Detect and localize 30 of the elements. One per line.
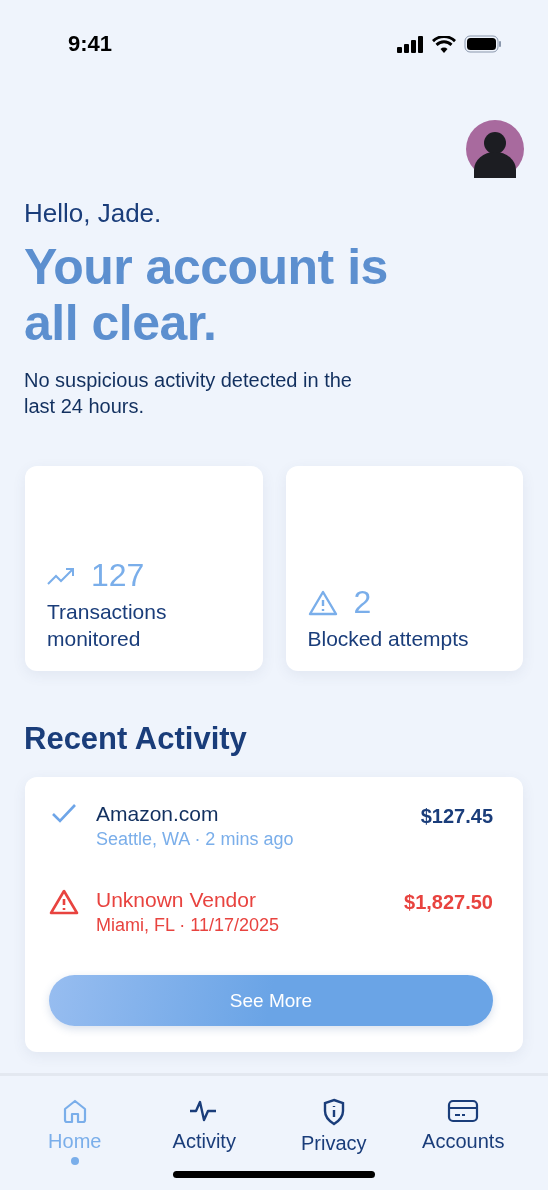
tab[interactable]: Accounts xyxy=(408,1098,519,1165)
active-dot xyxy=(70,1157,79,1165)
stat-label: Transactions monitored xyxy=(47,599,168,652)
signal-icon xyxy=(397,35,424,53)
greeting: Hello, Jade. xyxy=(24,198,163,229)
tab[interactable]: Privacy xyxy=(278,1098,389,1165)
trend-up-icon xyxy=(47,566,75,585)
status-time: 9:41 xyxy=(68,31,113,57)
shield-icon xyxy=(321,1098,346,1126)
check-icon xyxy=(49,803,79,823)
stat-label: Blocked attempts xyxy=(307,626,470,652)
transaction-amount: $127.45 xyxy=(420,805,493,828)
wifi-icon xyxy=(432,35,456,53)
merchant-name: Unknown Vendor xyxy=(96,887,257,913)
warning-icon xyxy=(307,589,338,616)
tab[interactable]: Activity xyxy=(149,1098,260,1165)
home-icon xyxy=(61,1098,88,1124)
transaction-amount: $1,827.50 xyxy=(404,891,493,914)
merchant-name: Amazon.com xyxy=(96,801,220,827)
warning-icon xyxy=(49,889,79,915)
battery-icon xyxy=(464,35,502,53)
stat-value: 2 xyxy=(353,584,372,621)
section-title: Recent Activity xyxy=(24,721,248,757)
subtitle: No suspicious activity detected in the last 24 hours. xyxy=(24,368,353,419)
headline: Your account is all clear. xyxy=(24,239,389,351)
avatar[interactable] xyxy=(466,120,524,178)
stat-value: 127 xyxy=(91,557,145,594)
transaction-detail: Miami, FL · 11/17/2025 xyxy=(96,914,281,937)
card-icon xyxy=(447,1098,480,1124)
transaction-detail: Seattle, WA · 2 mins ago xyxy=(96,828,295,851)
